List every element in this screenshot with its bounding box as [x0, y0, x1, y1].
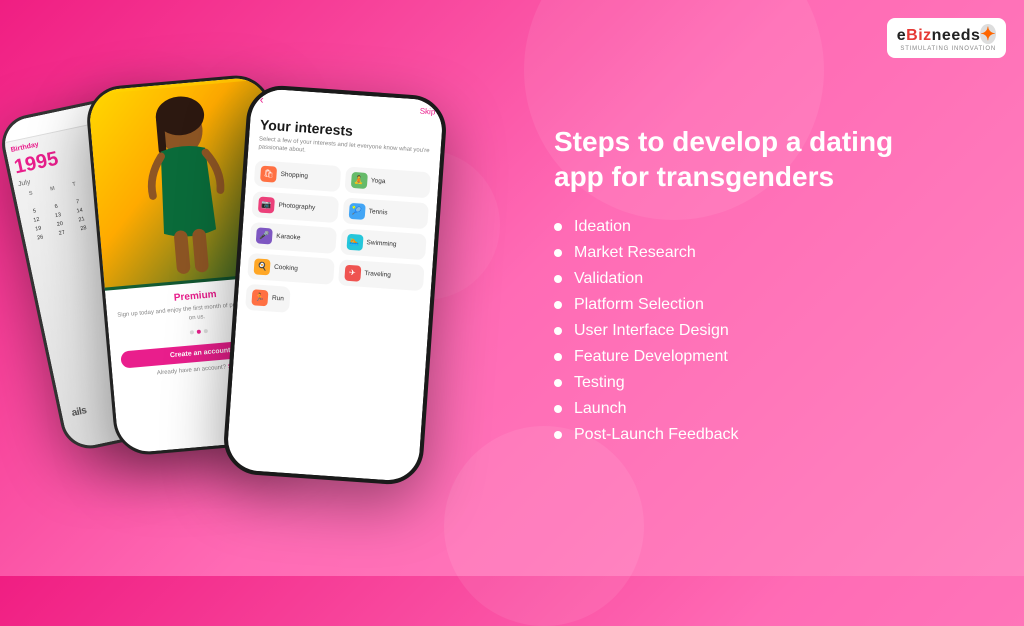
list-item: Launch	[554, 400, 974, 418]
bullet-icon	[554, 379, 562, 387]
step-label: Validation	[574, 270, 643, 288]
phones-section: Birthday 1995 July S M T W T F S 1	[0, 0, 500, 576]
cooking-icon: 🍳	[254, 258, 271, 275]
tag-traveling-label: Traveling	[364, 270, 391, 279]
bullet-icon	[554, 431, 562, 439]
tag-karaoke[interactable]: 🎤 Karaoke	[249, 222, 336, 254]
bullet-icon	[554, 327, 562, 335]
interests-grid: 🛍 Shopping 🧘 Yoga 📷 Photography 🎾 Tennis…	[239, 159, 439, 291]
run-icon: 🏃	[251, 289, 268, 306]
traveling-icon: ✈	[344, 264, 361, 281]
tag-cooking-label: Cooking	[274, 264, 298, 273]
step-label: Market Research	[574, 244, 696, 262]
dot-active	[196, 330, 200, 334]
karaoke-icon: 🎤	[256, 227, 273, 244]
list-item: Ideation	[554, 218, 974, 236]
step-label: Ideation	[574, 218, 631, 236]
tag-photography[interactable]: 📷 Photography	[252, 191, 339, 223]
main-title: Steps to develop a dating app for transg…	[554, 124, 974, 194]
tag-karaoke-label: Karaoke	[276, 233, 301, 242]
steps-list: Ideation Market Research Validation Plat…	[554, 218, 974, 452]
tag-swimming-label: Swimming	[366, 239, 396, 248]
step-label: Platform Selection	[574, 296, 704, 314]
tag-swimming[interactable]: 🏊 Swimming	[340, 228, 427, 260]
list-item: Post-Launch Feedback	[554, 426, 974, 444]
tag-tennis-label: Tennis	[368, 208, 387, 216]
step-label: Launch	[574, 400, 627, 418]
phone-front: ‹ Skip Your interests Select a few of yo…	[222, 83, 449, 486]
phone-front-screen: ‹ Skip Your interests Select a few of yo…	[226, 88, 444, 482]
tag-yoga-label: Yoga	[371, 177, 386, 185]
bullet-icon	[554, 405, 562, 413]
skip-button[interactable]: Skip	[420, 106, 436, 116]
phone-back-label: ails	[71, 405, 88, 419]
tag-run[interactable]: 🏃 Run	[245, 283, 291, 312]
list-item: Testing	[554, 374, 974, 392]
list-item: Platform Selection	[554, 296, 974, 314]
step-label: Post-Launch Feedback	[574, 426, 739, 444]
tag-tennis[interactable]: 🎾 Tennis	[342, 197, 429, 229]
title-line2: app for transgenders	[554, 161, 834, 192]
photography-icon: 📷	[258, 196, 275, 213]
list-item: Validation	[554, 270, 974, 288]
tag-shopping[interactable]: 🛍 Shopping	[254, 160, 341, 192]
step-label: Testing	[574, 374, 625, 392]
step-label: User Interface Design	[574, 322, 729, 340]
shopping-icon: 🛍	[260, 165, 277, 182]
back-button[interactable]: ‹	[259, 92, 264, 106]
bullet-icon	[554, 249, 562, 257]
list-item: Market Research	[554, 244, 974, 262]
step-label: Feature Development	[574, 348, 728, 366]
bullet-icon	[554, 223, 562, 231]
tag-yoga[interactable]: 🧘 Yoga	[344, 166, 431, 198]
bullet-icon	[554, 275, 562, 283]
tag-shopping-label: Shopping	[280, 171, 308, 180]
list-item: User Interface Design	[554, 322, 974, 340]
title-line1: Steps to develop a dating	[554, 126, 893, 157]
swimming-icon: 🏊	[346, 233, 363, 250]
bullet-icon	[554, 353, 562, 361]
content-section: Steps to develop a dating app for transg…	[534, 0, 1024, 576]
yoga-icon: 🧘	[350, 171, 367, 188]
tennis-icon: 🎾	[348, 202, 365, 219]
tag-run-label: Run	[272, 295, 284, 303]
list-item: Feature Development	[554, 348, 974, 366]
bullet-icon	[554, 301, 562, 309]
tag-photography-label: Photography	[278, 202, 315, 212]
dot	[203, 329, 207, 333]
dot	[189, 330, 193, 334]
